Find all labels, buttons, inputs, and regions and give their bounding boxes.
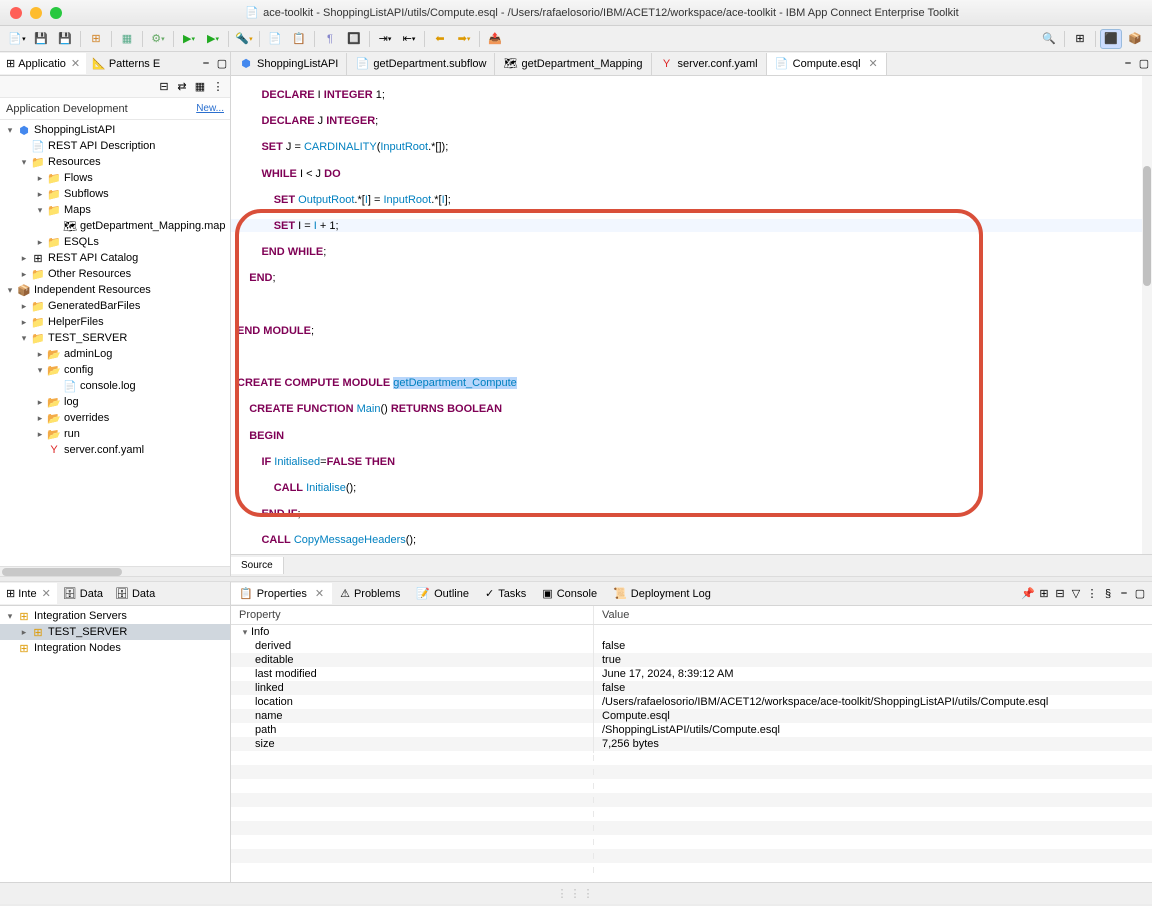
forward-button[interactable]: ➡▾	[453, 29, 475, 49]
persp2-button[interactable]: 📦	[1124, 29, 1146, 49]
tab-tasks[interactable]: ✓Tasks	[477, 583, 534, 604]
app-tree[interactable]: ▾⬢ShoppingListAPI 📄REST API Description …	[0, 120, 230, 566]
search-button[interactable]: 🔦▾	[233, 29, 255, 49]
minimize-icon[interactable]: ⎯	[1120, 54, 1136, 74]
tab-patterns[interactable]: 📐Patterns E	[86, 53, 166, 74]
back-button[interactable]: ⬅	[429, 29, 451, 49]
new-button[interactable]: 📄▾	[6, 29, 28, 49]
tab-inte[interactable]: ⊞Inte✕	[0, 583, 57, 604]
save-all-button[interactable]: 💾	[54, 29, 76, 49]
doc2-button[interactable]: 📋	[288, 29, 310, 49]
editor-area: ⬢ShoppingListAPI 📄getDepartment.subflow …	[231, 52, 1152, 576]
tab-problems[interactable]: ⚠Problems	[332, 583, 408, 604]
window-title: 📄 ace-toolkit - ShoppingListAPI/utils/Co…	[62, 6, 1142, 19]
grid-button[interactable]: ▦	[116, 29, 138, 49]
tab-getdepartment-subflow[interactable]: 📄getDepartment.subflow	[347, 53, 495, 75]
link-icon[interactable]: ⇄	[174, 77, 190, 97]
servers-tree[interactable]: ▾⊞Integration Servers ▸⊞TEST_SERVER ⊞Int…	[0, 606, 230, 882]
tab-properties[interactable]: 📋Properties✕	[231, 583, 332, 604]
export-button[interactable]: 📤	[484, 29, 506, 49]
tab-server-conf[interactable]: Yserver.conf.yaml	[652, 53, 767, 75]
search-icon[interactable]: 🔍	[1038, 29, 1060, 49]
main-toolbar: 📄▾ 💾 💾 ⊞ ▦ ⚙▾ ▶▾ ▶▾ 🔦▾ 📄 📋 ¶ 🔲 ⇥▾ ⇤▾ ⬅ ➡…	[0, 26, 1152, 52]
panel-title: Application Development	[6, 103, 128, 115]
menu3-icon[interactable]: §	[1100, 584, 1116, 604]
close-icon[interactable]: ✕	[42, 587, 51, 600]
gear-button[interactable]: ⚙▾	[147, 29, 169, 49]
collapse-icon[interactable]: ⊟	[156, 77, 172, 97]
outdent-button[interactable]: ⇤▾	[398, 29, 420, 49]
filter-icon[interactable]: ▦	[192, 77, 208, 97]
indent-button[interactable]: ⇥▾	[374, 29, 396, 49]
filter2-icon[interactable]: ▽	[1068, 584, 1084, 604]
pin-icon[interactable]: 📌	[1020, 584, 1036, 604]
titlebar: 📄 ace-toolkit - ShoppingListAPI/utils/Co…	[0, 0, 1152, 26]
table-header: Property Value	[231, 606, 1152, 625]
tab-data2[interactable]: 🗄Data	[109, 583, 161, 604]
tab-deploylog[interactable]: 📜Deployment Log	[605, 583, 719, 604]
tab-console[interactable]: ▣Console	[534, 583, 605, 604]
tab-shoppinglistapi[interactable]: ⬢ShoppingListAPI	[231, 53, 347, 75]
maximize-icon[interactable]: ▢	[1136, 54, 1152, 74]
tab-application[interactable]: ⊞Applicatio✕	[0, 53, 86, 74]
doc-button[interactable]: 📄	[264, 29, 286, 49]
perspective-button[interactable]: ⊞	[1069, 29, 1091, 49]
source-tab[interactable]: Source	[231, 557, 284, 574]
minimize-window-button[interactable]	[30, 7, 42, 19]
maximize-window-button[interactable]	[50, 7, 62, 19]
tab-compute-esql[interactable]: 📄Compute.esql✕	[767, 53, 887, 75]
save-button[interactable]: 💾	[30, 29, 52, 49]
statusbar: ⋮⋮⋮	[0, 882, 1152, 904]
toggle-button[interactable]: ⊞	[85, 29, 107, 49]
persp1-button[interactable]: ⬛	[1100, 29, 1122, 49]
run-button[interactable]: ▶▾	[178, 29, 200, 49]
categories-icon[interactable]: ⊟	[1052, 584, 1068, 604]
tree-button[interactable]: 🔲	[343, 29, 365, 49]
sort-icon[interactable]: ⊞	[1036, 584, 1052, 604]
maximize-icon[interactable]: ▢	[214, 54, 230, 74]
close-window-button[interactable]	[10, 7, 22, 19]
tab-data1[interactable]: 🗄Data	[57, 583, 109, 604]
close-icon[interactable]: ✕	[869, 57, 878, 70]
properties-table[interactable]: ▾Info derivedfalse editabletrue last mod…	[231, 625, 1152, 882]
file-icon: 📄	[245, 6, 259, 19]
grip-icon[interactable]: ⋮⋮⋮	[557, 887, 596, 900]
minimize-icon[interactable]: ⎯	[198, 54, 214, 74]
tab-getdepartment-mapping[interactable]: 🗺getDepartment_Mapping	[495, 53, 651, 75]
window-controls	[10, 7, 62, 19]
para-button[interactable]: ¶	[319, 29, 341, 49]
scrollbar[interactable]	[1142, 76, 1152, 554]
menu2-icon[interactable]: ⋮	[1084, 584, 1100, 604]
minimize-icon[interactable]: ⎯	[1116, 584, 1132, 604]
tab-outline[interactable]: 📝Outline	[408, 583, 477, 604]
bottom-left-panel: ⊞Inte✕ 🗄Data 🗄Data ▾⊞Integration Servers…	[0, 582, 231, 882]
left-panel: ⊞Applicatio✕ 📐Patterns E ⎯ ▢ ⊟ ⇄ ▦ ⋮ App…	[0, 52, 231, 576]
new-link[interactable]: New...	[196, 103, 224, 114]
properties-panel: 📋Properties✕ ⚠Problems 📝Outline ✓Tasks ▣…	[231, 582, 1152, 882]
menu-icon[interactable]: ⋮	[210, 77, 226, 97]
maximize-icon[interactable]: ▢	[1132, 584, 1148, 604]
close-icon[interactable]: ✕	[71, 57, 80, 70]
code-editor[interactable]: DECLARE I INTEGER 1; DECLARE J INTEGER; …	[231, 76, 1152, 554]
close-icon[interactable]: ✕	[315, 587, 324, 600]
run-config-button[interactable]: ▶▾	[202, 29, 224, 49]
